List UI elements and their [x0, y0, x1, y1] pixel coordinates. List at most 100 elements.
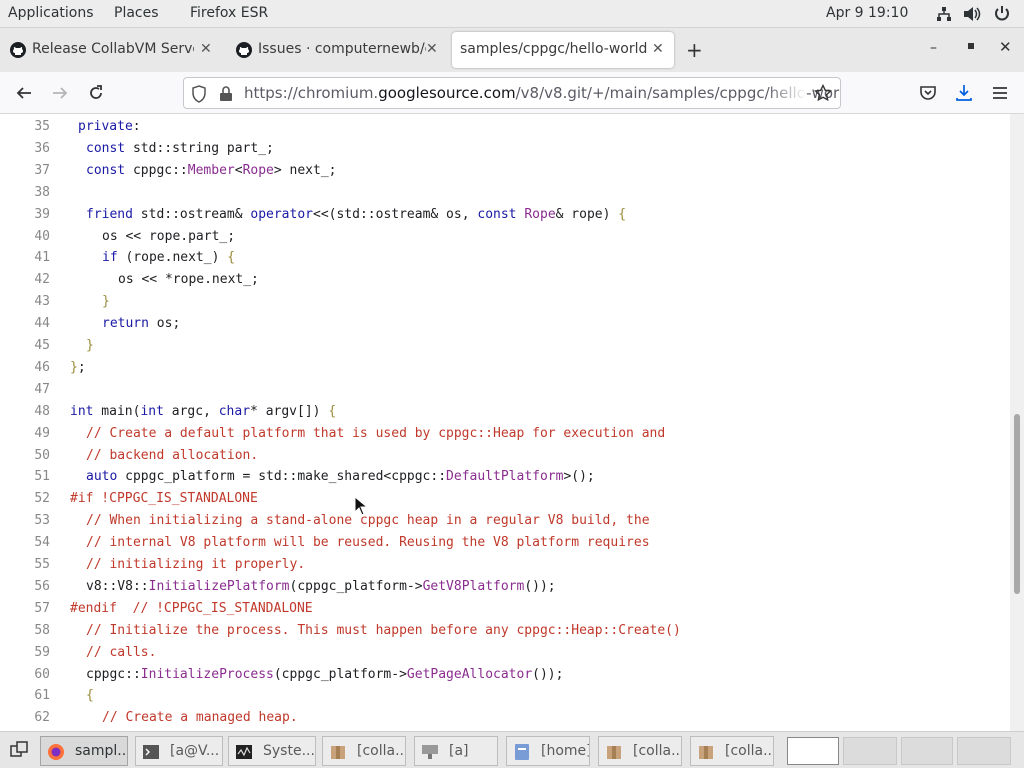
taskbar-item[interactable]: [colla... [322, 736, 406, 766]
line-number[interactable]: 54 [0, 532, 50, 554]
close-icon[interactable]: ✕ [426, 41, 438, 57]
taskbar: sampl... [a@V... Syste... [colla... [a] [home… [0, 731, 1024, 768]
line-number[interactable]: 52 [0, 488, 50, 510]
taskbar-item[interactable]: [home] [506, 736, 590, 766]
close-icon[interactable]: ✕ [200, 41, 212, 57]
code-line: 45} [0, 335, 1010, 357]
code-text: private: [78, 119, 141, 134]
downloads-icon[interactable] [954, 83, 974, 103]
line-number[interactable]: 58 [0, 620, 50, 642]
taskbar-item-label: [a@V... [170, 743, 220, 759]
line-number[interactable]: 40 [0, 226, 50, 248]
taskbar-item[interactable]: [a] [414, 736, 498, 766]
line-number[interactable]: 42 [0, 269, 50, 291]
line-number[interactable]: 60 [0, 664, 50, 686]
code-line: 50 // backend allocation. [0, 445, 1010, 467]
close-window-icon[interactable]: ✕ [999, 38, 1012, 56]
line-number[interactable]: 47 [0, 379, 50, 401]
power-icon[interactable] [994, 5, 1010, 22]
line-number[interactable]: 62 [0, 707, 50, 729]
line-number[interactable]: 37 [0, 160, 50, 182]
code-line: 42 os << *rope.next_; [0, 269, 1010, 291]
tab-hello-world-active[interactable]: samples/cppgc/hello-world.c ✕ [452, 32, 674, 68]
taskbar-item[interactable]: Syste... [228, 736, 316, 766]
line-number[interactable]: 41 [0, 247, 50, 269]
code-line: 51 auto cppgc_platform = std::make_shared… [0, 466, 1010, 488]
code-text: // Create a managed heap. [102, 710, 298, 726]
code-text: // Create a default platform that is use… [86, 425, 666, 441]
url-bar[interactable]: https://chromium.googlesource.com/v8/v8.… [183, 77, 841, 109]
line-number[interactable]: 44 [0, 313, 50, 335]
network-icon[interactable] [936, 6, 952, 22]
close-icon[interactable]: ✕ [652, 41, 664, 57]
taskbar-item-label: [home] [541, 743, 590, 759]
workspace-4[interactable] [957, 737, 1011, 765]
line-number[interactable]: 55 [0, 554, 50, 576]
tab-issues[interactable]: Issues · computernewb/c ✕ [226, 32, 448, 68]
line-number[interactable]: 43 [0, 291, 50, 313]
minimize-icon[interactable]: – [930, 40, 937, 56]
line-number[interactable]: 45 [0, 335, 50, 357]
taskbar-item[interactable]: [colla... [598, 736, 682, 766]
workspace-3[interactable] [901, 737, 953, 765]
line-number[interactable]: 56 [0, 576, 50, 598]
scrollbar[interactable] [1010, 114, 1024, 731]
places-menu[interactable]: Places [114, 5, 159, 21]
code-text: } [86, 338, 94, 353]
maximize-icon[interactable] [968, 43, 974, 49]
line-number[interactable]: 59 [0, 642, 50, 664]
workspace-1[interactable] [787, 737, 839, 765]
line-number[interactable]: 48 [0, 401, 50, 423]
line-number[interactable]: 61 [0, 685, 50, 707]
taskbar-item[interactable]: sampl... [40, 736, 128, 766]
bookmark-star-icon[interactable] [814, 84, 832, 102]
line-number[interactable]: 53 [0, 510, 50, 532]
github-icon [10, 42, 26, 58]
show-desktop-icon[interactable] [10, 741, 28, 759]
code-text: #if !CPPGC_IS_STANDALONE [70, 491, 258, 507]
line-number[interactable]: 46 [0, 357, 50, 379]
taskbar-item[interactable]: [a@V... [135, 736, 223, 766]
menu-icon[interactable] [990, 83, 1010, 103]
scrollbar-thumb[interactable] [1014, 414, 1020, 594]
new-tab-icon[interactable]: + [686, 38, 703, 62]
tab-release-collabvm[interactable]: Release CollabVM Server ✕ [0, 32, 222, 68]
code-text: const cppgc::Member<Rope> next_; [86, 162, 337, 178]
code-line: 61 { [0, 685, 1010, 707]
code-line: 41 if (rope.next_) { [0, 247, 1010, 269]
code-text: os << *rope.next_; [118, 272, 259, 288]
code-text: // Initialize the process. This must hap… [86, 622, 681, 638]
reload-icon[interactable] [86, 83, 106, 103]
line-number[interactable]: 51 [0, 466, 50, 488]
workspace-2[interactable] [843, 737, 897, 765]
taskbar-item-label: [colla... [357, 743, 406, 759]
code-text: if (rope.next_) { [102, 250, 236, 266]
clock[interactable]: Apr 9 19:10 [826, 5, 908, 21]
line-number[interactable]: 50 [0, 445, 50, 467]
github-icon [236, 42, 252, 58]
line-number[interactable]: 49 [0, 423, 50, 445]
code-line: 59 // calls. [0, 642, 1010, 664]
forward-icon[interactable] [50, 83, 70, 103]
page-content[interactable]: 35 private: 36 const std::string part_; 37 co… [0, 114, 1024, 731]
back-icon[interactable] [14, 83, 34, 103]
navigation-toolbar: https://chromium.googlesource.com/v8/v8.… [0, 72, 1024, 114]
line-number[interactable]: 57 [0, 598, 50, 620]
volume-icon[interactable] [963, 6, 981, 22]
line-number[interactable]: 39 [0, 204, 50, 226]
code-text: // initializing it properly. [86, 557, 306, 572]
mouse-cursor-icon [354, 496, 368, 516]
code-text: // backend allocation. [86, 447, 259, 463]
line-number[interactable]: 36 [0, 138, 50, 160]
gnome-top-panel: Applications Places Firefox ESR Apr 9 19… [0, 0, 1024, 28]
lock-icon[interactable] [219, 86, 233, 102]
pocket-icon[interactable] [918, 83, 938, 103]
firefox-icon [48, 744, 64, 760]
taskbar-item[interactable]: [colla... [690, 736, 774, 766]
line-number[interactable]: 35 [0, 116, 50, 138]
active-app-name[interactable]: Firefox ESR [190, 5, 268, 21]
code-line: 56 v8::V8::InitializePlatform(cppgc_platf… [0, 576, 1010, 598]
line-number[interactable]: 38 [0, 182, 50, 204]
applications-menu[interactable]: Applications [8, 5, 94, 21]
shield-icon[interactable] [191, 85, 207, 103]
